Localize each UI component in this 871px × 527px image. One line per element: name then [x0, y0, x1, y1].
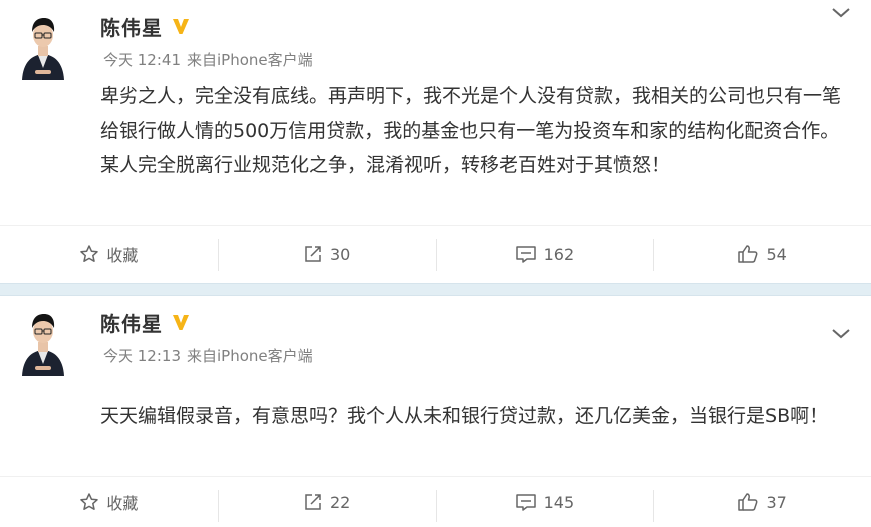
post-time[interactable]: 今天 12:41 [103, 51, 181, 69]
repost-button[interactable]: 22 [217, 477, 436, 527]
weibo-post: 陈伟星 今天 12:41 来自iPhone客户端 卑劣之人，完全没有底线。再声明下… [0, 0, 871, 283]
post-text: 卑劣之人，完全没有底线。再声明下，我不光是个人没有贷款，我相关的公司也只有一笔给… [100, 85, 842, 176]
post-time[interactable]: 今天 12:13 [103, 347, 181, 365]
comment-icon [515, 246, 536, 263]
post-toolbar: 收藏 22 145 37 [0, 476, 871, 527]
vip-badge-icon [171, 312, 191, 332]
favorite-label: 收藏 [106, 246, 139, 265]
comment-button[interactable]: 162 [435, 226, 654, 282]
comment-icon [515, 494, 536, 511]
post-meta: 今天 12:41 来自iPhone客户端 [103, 49, 313, 70]
comment-count: 162 [543, 244, 575, 264]
weibo-post: 陈伟星 今天 12:13 来自iPhone客户端 天天编辑假录音，有意思吗？我个人… [0, 296, 871, 526]
comment-button[interactable]: 145 [435, 477, 654, 527]
vip-badge-icon [171, 16, 191, 36]
post-toolbar: 收藏 30 162 54 [0, 225, 871, 282]
repost-icon [305, 246, 321, 262]
source-client: iPhone客户端 [217, 51, 313, 69]
repost-icon [305, 494, 321, 510]
thumbs-up-icon [738, 493, 758, 511]
source-prefix: 来自 [187, 51, 218, 69]
post-text: 天天编辑假录音，有意思吗？我个人从未和银行贷过款，还几亿美金，当银行是SB啊！ [100, 405, 829, 427]
like-button[interactable]: 54 [653, 226, 871, 282]
star-icon [80, 245, 99, 262]
favorite-button[interactable]: 收藏 [0, 477, 218, 527]
username[interactable]: 陈伟星 [100, 308, 163, 337]
avatar[interactable] [18, 306, 68, 376]
like-count: 37 [766, 492, 787, 512]
source-client: iPhone客户端 [217, 347, 313, 365]
thumbs-up-icon [738, 245, 758, 263]
repost-button[interactable]: 30 [217, 226, 436, 282]
favorite-label: 收藏 [106, 494, 139, 513]
like-button[interactable]: 37 [653, 477, 871, 527]
post-meta: 今天 12:13 来自iPhone客户端 [103, 345, 313, 366]
username[interactable]: 陈伟星 [100, 12, 163, 41]
star-icon [80, 493, 99, 510]
repost-count: 22 [329, 492, 351, 512]
repost-count: 30 [329, 244, 351, 264]
avatar[interactable] [18, 10, 68, 80]
like-count: 54 [766, 244, 787, 264]
chevron-down-icon[interactable] [829, 5, 853, 21]
source-prefix: 来自 [187, 347, 218, 365]
post-separator [0, 283, 871, 296]
chevron-down-icon[interactable] [829, 326, 853, 342]
comment-count: 145 [543, 492, 575, 512]
favorite-button[interactable]: 收藏 [0, 226, 218, 282]
